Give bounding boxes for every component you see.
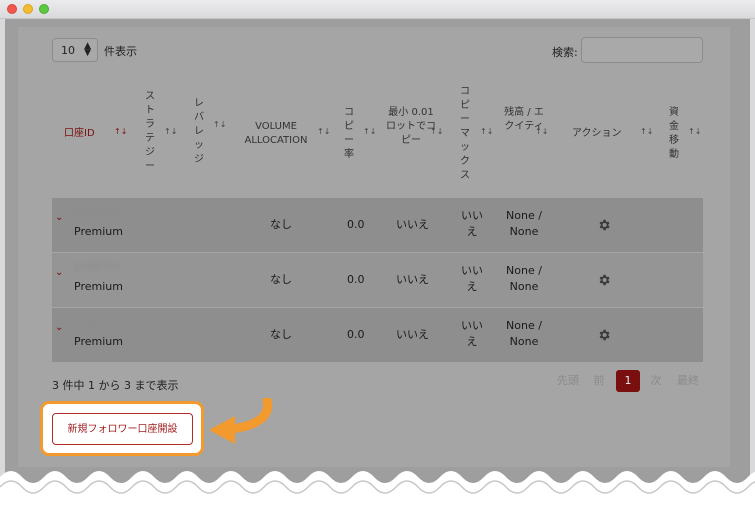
pagination-prev[interactable]: 前 <box>588 370 610 392</box>
page-length-select[interactable]: 10 ▲ ▼ <box>52 38 98 62</box>
column-header-action[interactable]: アクション <box>572 127 622 141</box>
balance-equity-cell: None / None <box>506 264 542 293</box>
sort-icon[interactable]: ↑↓ <box>213 120 226 129</box>
sort-icon[interactable]: ↑↓ <box>480 127 493 136</box>
account-tier: Premium <box>74 335 123 348</box>
balance-equity-cell: None / None <box>506 209 542 238</box>
min-lot-cell: いいえ <box>396 273 429 286</box>
select-arrows-icon: ▲ ▼ <box>84 41 91 58</box>
chevron-down-icon[interactable]: ⌄ <box>55 267 63 278</box>
account-id: 25385401 <box>74 208 120 218</box>
sort-icon[interactable]: ↑↓ <box>688 127 701 136</box>
sort-icon[interactable]: ↑↓ <box>430 127 443 136</box>
column-header-volume-allocation[interactable]: VOLUME ALLOCATION <box>239 120 313 148</box>
chevron-down-icon[interactable]: ⌄ <box>55 212 63 223</box>
sort-icon[interactable]: ↑↓ <box>164 127 177 136</box>
gear-icon[interactable] <box>597 218 611 232</box>
gear-icon[interactable] <box>597 328 611 342</box>
pagination-first[interactable]: 先頭 <box>552 370 584 392</box>
column-header-leverage[interactable]: レバレッジ <box>193 97 205 167</box>
pagination-last[interactable]: 最終 <box>672 370 704 392</box>
volume-allocation-cell: なし <box>270 328 292 341</box>
balance-equity-cell: None / None <box>506 319 542 348</box>
account-tier: Premium <box>74 225 123 238</box>
browser-window: 10 ▲ ▼ 件表示 検索: 口座ID ↑↓ ストラテジー ↑↓ レバレッジ ↑↓… <box>0 0 755 495</box>
min-lot-cell: いいえ <box>396 218 429 231</box>
sort-icon[interactable]: ↑↓ <box>317 127 330 136</box>
copy-max-cell: いいえ <box>461 264 483 293</box>
close-window-button[interactable] <box>7 4 17 14</box>
volume-allocation-cell: なし <box>270 273 292 286</box>
volume-allocation-cell: なし <box>270 218 292 231</box>
curved-arrow-icon <box>209 398 273 444</box>
maximize-window-button[interactable] <box>39 4 49 14</box>
table-row[interactable]: ⌄ 25385777 Premium なし 0.0 いいえ いいえ None /… <box>52 308 703 362</box>
sort-icon[interactable]: ↑↓ <box>363 127 376 136</box>
table-row[interactable]: ⌄ 25385783 Premium なし 0.0 いいえ いいえ None /… <box>52 253 703 307</box>
sort-icon[interactable]: ↑↓ <box>535 127 548 136</box>
page-length-label: 件表示 <box>104 45 137 58</box>
copy-max-cell: いいえ <box>461 319 483 348</box>
search-label: 検索: <box>552 46 578 59</box>
minimize-window-button[interactable] <box>23 4 33 14</box>
torn-edge <box>0 471 755 515</box>
sort-icon[interactable]: ↑↓ <box>640 127 653 136</box>
new-follower-account-button[interactable]: 新規フォロワー口座開設 <box>52 413 193 445</box>
column-header-copy-max[interactable]: コピーマックス <box>459 85 471 183</box>
copy-max-cell: いいえ <box>461 209 483 238</box>
chevron-down-icon[interactable]: ⌄ <box>55 322 63 333</box>
account-id: 25385777 <box>74 318 120 328</box>
title-bar <box>0 0 755 19</box>
pagination-page-1[interactable]: 1 <box>616 370 640 392</box>
account-tier: Premium <box>74 280 123 293</box>
table-info: 3 件中 1 から 3 まで表示 <box>52 379 179 392</box>
sort-icon[interactable]: ↑↓ <box>114 127 127 136</box>
table-row[interactable]: ⌄ 25385401 Premium なし 0.0 いいえ いいえ None /… <box>52 198 703 252</box>
account-id: 25385783 <box>74 263 120 273</box>
column-header-strategy[interactable]: ストラテジー <box>144 90 156 174</box>
column-header-fund-transfer[interactable]: 資金移動 <box>668 106 680 162</box>
column-header-min-lot[interactable]: 最小 0.01ロットでコピー <box>386 106 436 148</box>
page-length-value: 10 <box>61 44 75 57</box>
min-lot-cell: いいえ <box>396 328 429 341</box>
pagination-next[interactable]: 次 <box>644 370 668 392</box>
column-header-copy-rate[interactable]: コピー率 <box>343 106 355 162</box>
column-header-account-id[interactable]: 口座ID <box>64 127 95 141</box>
copy-rate-cell: 0.0 <box>347 273 365 286</box>
gear-icon[interactable] <box>597 273 611 287</box>
copy-rate-cell: 0.0 <box>347 218 365 231</box>
search-input[interactable] <box>581 37 703 63</box>
copy-rate-cell: 0.0 <box>347 328 365 341</box>
